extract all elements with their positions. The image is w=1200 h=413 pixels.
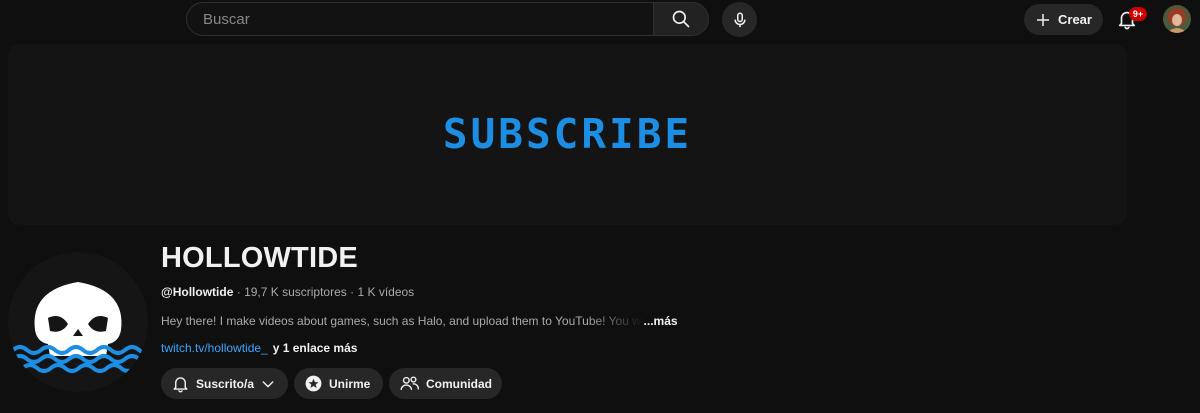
star-badge-icon — [305, 375, 322, 392]
community-label: Comunidad — [426, 376, 492, 391]
subscribed-label: Suscrito/a — [196, 376, 255, 391]
channel-links: twitch.tv/hollowtide_ y 1 enlace más — [161, 341, 357, 355]
notification-badge: 9+ — [1129, 7, 1147, 21]
more-links[interactable]: y 1 enlace más — [273, 341, 358, 355]
twitch-link[interactable]: twitch.tv/hollowtide_ — [161, 341, 268, 355]
channel-banner: SUBSCRIBE — [8, 44, 1127, 225]
join-label: Unirme — [329, 376, 371, 391]
bell-icon — [173, 377, 188, 393]
people-icon — [400, 376, 419, 390]
mic-icon — [733, 12, 746, 27]
description-text: Hey there! I make videos about games, su… — [161, 314, 644, 328]
channel-description[interactable]: Hey there! I make videos about games, su… — [161, 314, 678, 328]
voice-search-button[interactable] — [722, 2, 757, 37]
search-box[interactable] — [186, 2, 653, 36]
subscribed-button[interactable]: Suscrito/a — [161, 368, 288, 399]
subscriber-count: 19,7 K suscriptores — [244, 285, 347, 299]
chevron-down-icon — [262, 380, 274, 387]
skull-logo-icon — [8, 252, 148, 392]
channel-avatar[interactable] — [8, 252, 148, 392]
video-count: 1 K vídeos — [357, 285, 415, 299]
channel-meta: @Hollowtide · 19,7 K suscriptores · 1 K … — [161, 285, 414, 299]
create-label: Crear — [1058, 12, 1092, 27]
community-button[interactable]: Comunidad — [389, 368, 502, 399]
plus-icon — [1037, 13, 1049, 26]
channel-name: HOLLOWTIDE — [161, 242, 358, 274]
meta-separator: · — [236, 285, 241, 299]
banner-text: SUBSCRIBE — [442, 109, 693, 158]
meta-separator: · — [350, 285, 355, 299]
avatar[interactable] — [1163, 5, 1191, 33]
create-button[interactable]: Crear — [1024, 4, 1103, 35]
more-link[interactable]: ...más — [644, 314, 678, 328]
search-button[interactable] — [653, 2, 709, 36]
search-input[interactable] — [187, 3, 653, 35]
channel-handle: @Hollowtide — [161, 285, 234, 299]
join-button[interactable]: Unirme — [294, 368, 383, 399]
search-icon — [672, 10, 690, 28]
